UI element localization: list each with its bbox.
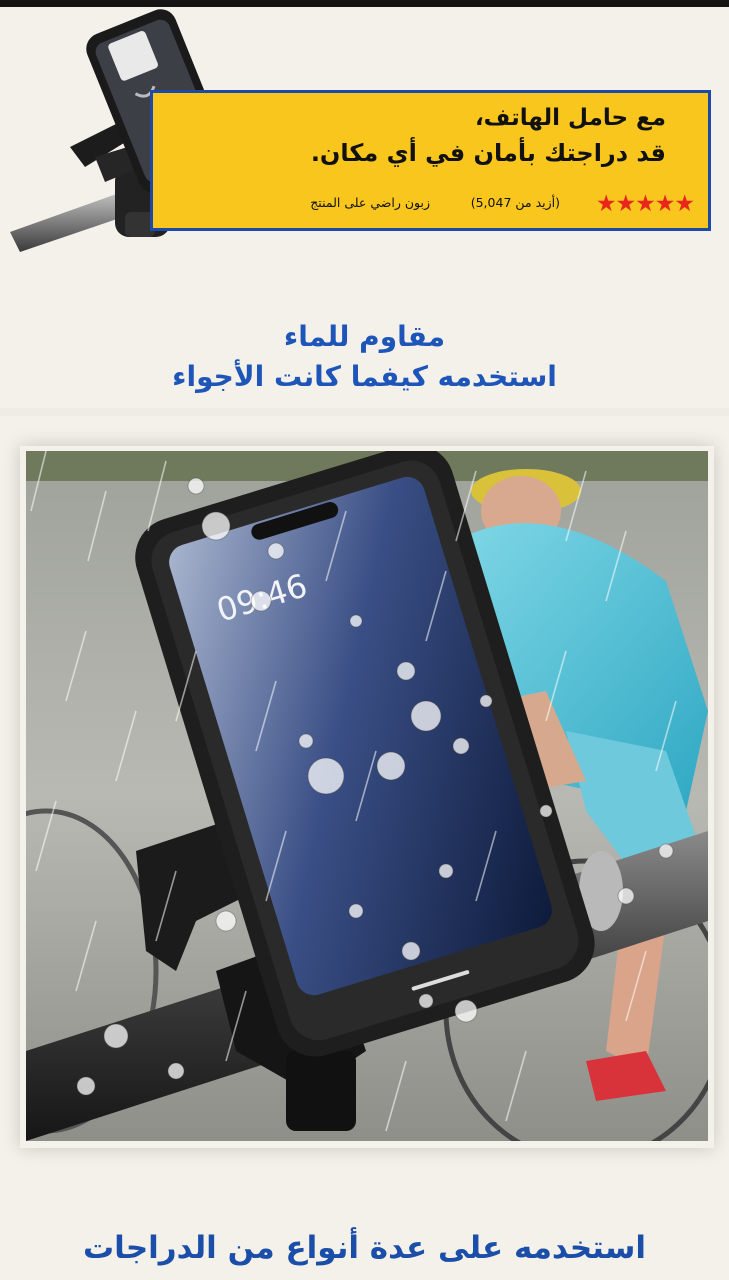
section-divider: [0, 408, 729, 416]
section-subtitle-weather: استخدمه كيفما كانت الأجواء: [172, 360, 557, 393]
promo-banner: مع حامل الهاتف، قد دراجتك بأمان في أي مك…: [150, 90, 711, 231]
product-photo-rain: 09:46: [26, 451, 708, 1141]
banner-headline-line2: قد دراجتك بأمان في أي مكان.: [310, 139, 666, 167]
section-title-bike-types: استخدمه على عدة أنواع من الدراجات: [83, 1230, 646, 1266]
rating-stars-icon: ★★★★★: [595, 191, 695, 217]
rating-count: (أزيد من 5,047): [470, 195, 560, 210]
section-title-waterproof: مقاوم للماء: [283, 320, 446, 353]
top-edge-bar: [0, 0, 729, 7]
product-photo-illustration: 09:46: [26, 451, 708, 1141]
rating-label: زبون راضي على المنتج: [310, 195, 430, 210]
banner-headline-line1: مع حامل الهاتف،: [474, 105, 666, 131]
